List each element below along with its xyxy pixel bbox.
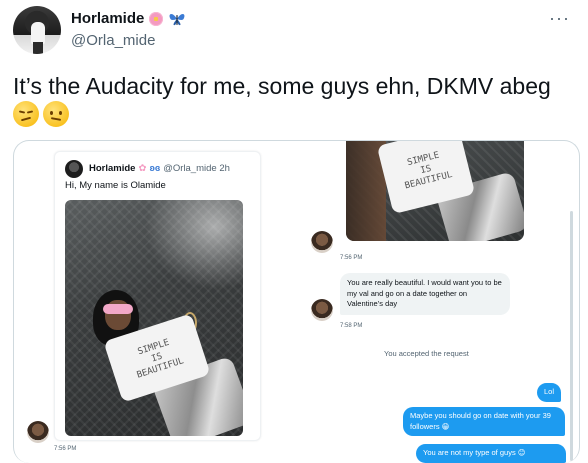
sender-avatar (311, 231, 333, 253)
eye (18, 110, 26, 114)
quoted-display-name: Horlamide (89, 163, 136, 174)
quoted-photo: SIMPLE IS BEAUTIFUL (65, 200, 243, 436)
display-name-text: Horlamide (71, 10, 145, 27)
eye (59, 111, 62, 115)
message-time: 7:56 PM (340, 255, 363, 261)
sender-avatar (311, 299, 333, 321)
tweet-emojis (13, 101, 69, 127)
confused-face-icon (43, 101, 69, 127)
avatar-figure (31, 22, 45, 44)
quoted-avatar (65, 160, 83, 178)
mouth (50, 117, 62, 121)
user-handle[interactable]: @Orla_mide (71, 32, 155, 49)
outgoing-message: Lol (537, 383, 562, 402)
smirk-face-icon (13, 101, 39, 127)
cherry-blossom-icon (148, 11, 164, 27)
quoted-header: Horlamide ✿ ʚɞ @Orla_mide 2h (89, 163, 230, 174)
quoted-text: Hi, My name is Olamide (65, 180, 166, 191)
tweet-media-image[interactable]: Horlamide ✿ ʚɞ @Orla_mide 2h Hi, My name… (13, 140, 580, 463)
outgoing-message: Maybe you should go on date with your 39… (403, 407, 565, 436)
photo-light (145, 200, 243, 290)
message-time: 7:58 PM (340, 323, 363, 329)
screenshot-content: Horlamide ✿ ʚɞ @Orla_mide 2h Hi, My name… (14, 141, 579, 463)
scrollbar (570, 211, 573, 461)
butterfly-icon (169, 13, 185, 25)
mouth (20, 116, 32, 122)
incoming-message: You are really beautiful. I would want y… (340, 273, 510, 315)
system-message: You accepted the request (384, 349, 469, 358)
cherry-blossom-icon: ✿ (138, 163, 147, 174)
outgoing-message: You are not my type of guys 😊 (416, 444, 566, 463)
avatar-figure-legs (33, 42, 43, 54)
eye (26, 110, 34, 114)
quoted-tweet-card: Horlamide ✿ ʚɞ @Orla_mide 2h Hi, My name… (54, 151, 261, 441)
dm-photo: SIMPLE IS BEAUTIFUL (346, 141, 524, 241)
sender-avatar (27, 421, 49, 443)
more-options-icon[interactable]: ··· (549, 8, 570, 29)
tweet-text: It’s the Audacity for me, some guys ehn,… (13, 73, 551, 99)
photo-glasses (103, 304, 133, 314)
display-name[interactable]: Horlamide (71, 10, 186, 27)
eye (50, 111, 53, 115)
quoted-handle-time: @Orla_mide 2h (163, 163, 230, 174)
avatar[interactable] (13, 6, 61, 54)
message-time: 7:56 PM (54, 446, 77, 452)
butterfly-icon: ʚɞ (149, 163, 161, 174)
